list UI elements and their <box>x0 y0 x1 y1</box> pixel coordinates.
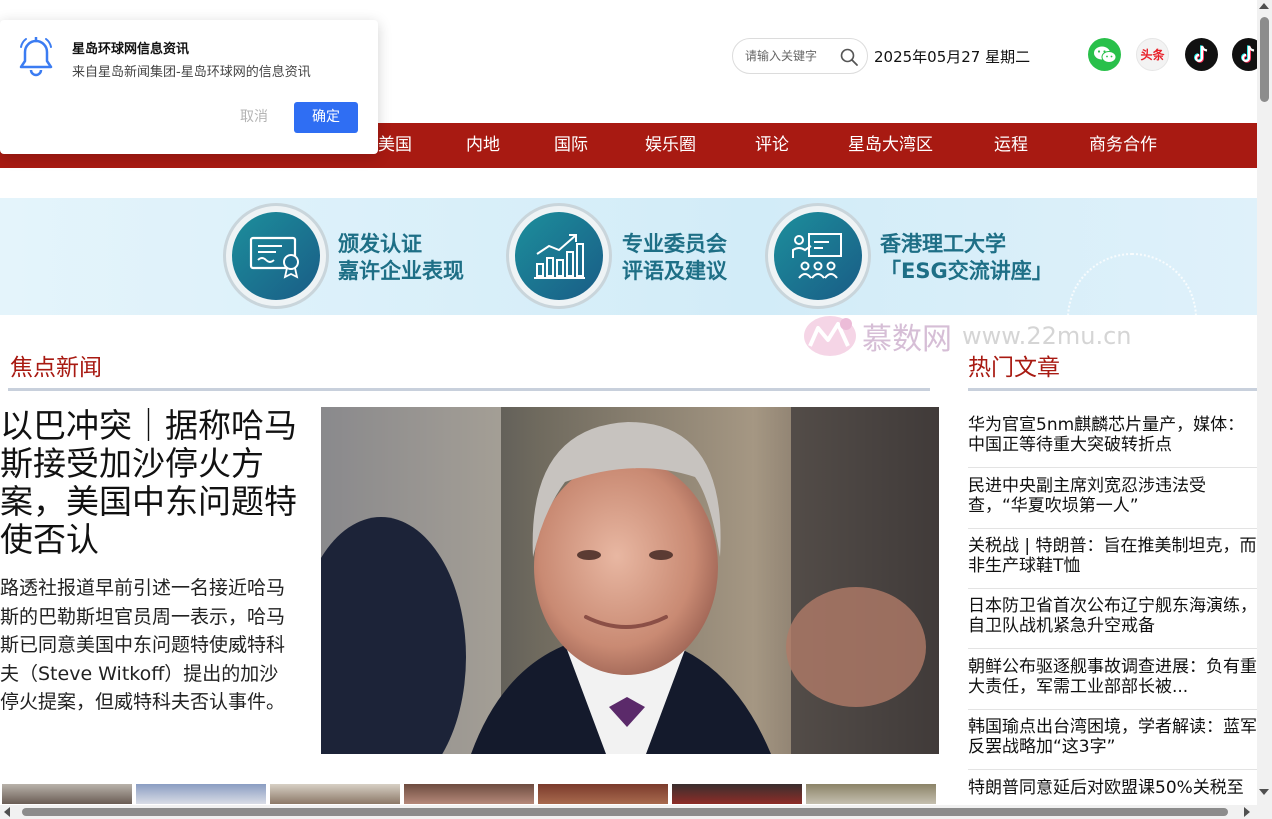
horizontal-scrollbar-thumb[interactable] <box>22 808 1228 816</box>
notification-title: 星岛环球网信息资讯 <box>72 42 190 57</box>
hot-article-item[interactable]: 华为官宣5nm麒麟芯片量产，媒体：中国正等待重大突破转折点 <box>968 408 1258 468</box>
nav-item-entertainment[interactable]: 娱乐圈 <box>645 123 696 168</box>
toutiao-label: 头条 <box>1140 48 1165 62</box>
cancel-button[interactable]: 取消 <box>225 102 283 133</box>
search-input[interactable] <box>745 49 835 63</box>
nav-item-mainland[interactable]: 内地 <box>466 123 500 168</box>
toutiao-icon[interactable]: 头条 <box>1136 38 1169 71</box>
hot-section-divider <box>968 388 1257 391</box>
watermark: 慕数网 www.22mu.cn <box>800 312 1131 360</box>
confirm-button[interactable]: 确定 <box>294 102 358 133</box>
banner-item-2-line1: 专业委员会 <box>622 232 727 256</box>
banner-item-1: 颁发认证 嘉许企业表现 <box>338 231 464 285</box>
search-box[interactable] <box>732 38 868 74</box>
focus-thumbnail[interactable] <box>404 784 534 804</box>
banner-item-3: 香港理工大学 「ESG交流讲座」 <box>880 231 1053 285</box>
focus-thumbnail[interactable] <box>270 784 400 804</box>
current-date: 2025年05月27 星期二 <box>874 48 1031 66</box>
banner-item-3-line1: 香港理工大学 <box>880 232 1006 256</box>
nav-item-business[interactable]: 商务合作 <box>1089 123 1157 168</box>
hot-article-item[interactable]: 日本防卫省首次公布辽宁舰东海演练，自卫队战机紧急升空戒备 <box>968 589 1258 649</box>
hot-section-title: 热门文章 <box>968 355 1060 381</box>
scroll-right-arrow-icon[interactable] <box>1244 807 1250 817</box>
bell-icon <box>19 37 53 77</box>
banner-item-2-line2: 评语及建议 <box>622 259 727 283</box>
focus-thumbnail-strip <box>2 784 937 804</box>
focus-thumbnail[interactable] <box>136 784 266 804</box>
notification-description: 来自星岛新闻集团-星岛环球网的信息资讯 <box>72 65 311 80</box>
hot-article-item[interactable]: 韩国瑜点出台湾困境，学者解读：蓝军反罢战略加“这3字” <box>968 710 1258 770</box>
focus-headline[interactable]: 以巴冲突｜据称哈马斯接受加沙停火方案，美国中东问题特使否认 <box>0 407 300 559</box>
vertical-scrollbar-thumb[interactable] <box>1260 17 1269 102</box>
nav-item-greater-bay[interactable]: 星岛大湾区 <box>848 123 933 168</box>
banner-item-3-line2: 「ESG交流讲座」 <box>880 259 1053 283</box>
banner-item-2: 专业委员会 评语及建议 <box>622 231 727 285</box>
wechat-icon[interactable] <box>1088 38 1121 71</box>
promo-banner[interactable]: 颁发认证 嘉许企业表现 专业委员会 评语及建议 香港理工大学 「ESG交流讲座」 <box>0 198 1257 315</box>
hot-article-item[interactable]: 朝鲜公布驱逐舰事故调查进展：负有重大责任，军需工业部部长被... <box>968 650 1258 710</box>
banner-item-1-line1: 颁发认证 <box>338 232 422 256</box>
focus-thumbnail[interactable] <box>672 784 802 804</box>
banner-item-1-line2: 嘉许企业表现 <box>338 259 464 283</box>
douyin-icon[interactable] <box>1185 38 1218 71</box>
vertical-scrollbar[interactable] <box>1257 0 1272 805</box>
scroll-down-arrow-icon[interactable] <box>1259 789 1269 795</box>
focus-summary: 路透社报道早前引述一名接近哈马斯的巴勒斯坦官员周一表示，哈马斯已同意美国中东问题… <box>0 577 286 713</box>
watermark-url: www.22mu.cn <box>962 322 1132 350</box>
focus-thumbnail[interactable] <box>806 784 936 804</box>
focus-thumbnail[interactable] <box>2 784 132 804</box>
notification-permission-popup: 星岛环球网信息资讯 来自星岛新闻集团-星岛环球网的信息资讯 取消 确定 <box>0 20 378 154</box>
banner-globe-decoration <box>1067 253 1197 315</box>
hot-article-item[interactable]: 关税战 | 特朗普：旨在推美制坦克，而非生产球鞋T恤 <box>968 529 1258 589</box>
search-icon[interactable] <box>839 47 859 67</box>
watermark-logo-icon <box>800 312 858 360</box>
certificate-icon <box>226 206 326 306</box>
focus-thumbnail[interactable] <box>538 784 668 804</box>
nav-item-usa[interactable]: 美国 <box>378 123 412 168</box>
focus-section-title: 焦点新闻 <box>10 355 102 381</box>
focus-section-divider <box>8 388 930 391</box>
growth-chart-icon <box>509 206 609 306</box>
watermark-name: 慕数网 <box>862 322 952 357</box>
focus-hero-image[interactable] <box>321 407 939 754</box>
nav-item-commentary[interactable]: 评论 <box>755 123 789 168</box>
nav-item-international[interactable]: 国际 <box>554 123 588 168</box>
lecture-icon <box>768 206 868 306</box>
scroll-up-arrow-icon[interactable] <box>1259 3 1269 9</box>
nav-item-horoscope[interactable]: 运程 <box>994 123 1028 168</box>
scroll-left-arrow-icon[interactable] <box>4 807 10 817</box>
hot-article-item[interactable]: 民进中央副主席刘宽忍涉违法受查，“华夏吹埙第一人” <box>968 469 1258 529</box>
